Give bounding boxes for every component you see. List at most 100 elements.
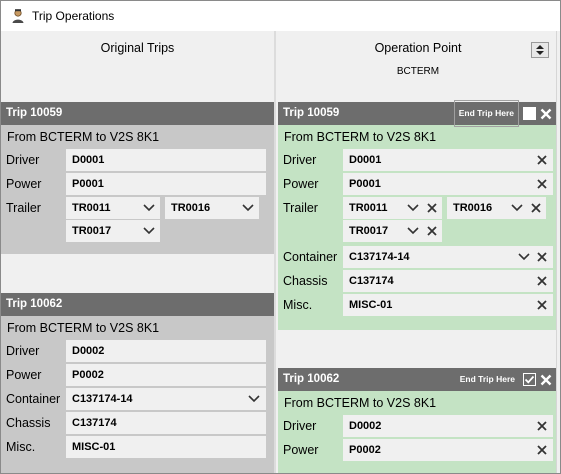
driver-label: Driver [283, 153, 317, 167]
misc-label: Misc. [283, 298, 313, 312]
power-field[interactable]: P0002 [66, 364, 266, 386]
close-icon[interactable] [540, 374, 552, 386]
power-field[interactable]: P0002 [343, 439, 553, 461]
misc-field[interactable]: MISC-01 [343, 294, 553, 316]
remove-icon[interactable] [535, 443, 549, 457]
container-select[interactable]: C137174-14 [343, 246, 553, 268]
chassis-label: Chassis [283, 274, 328, 288]
power-value: P0002 [349, 444, 381, 456]
misc-field[interactable]: MISC-01 [66, 436, 266, 458]
trip-body: From BCTERM to V2S 8K1 Driver D0002 Powe… [1, 316, 274, 473]
end-trip-checkbox[interactable] [523, 107, 536, 120]
driver-field[interactable]: D0001 [343, 149, 553, 171]
sort-button[interactable] [531, 42, 549, 58]
title-bar: Trip Operations [1, 1, 560, 30]
operation-point-pane: Operation Point BCTERM Trip 10059 End Tr… [276, 31, 560, 473]
remove-icon[interactable] [535, 250, 549, 264]
chassis-field[interactable]: C137174 [343, 270, 553, 292]
operation-point-code: BCTERM [396, 66, 440, 77]
trailer-select[interactable]: TR0017 [343, 220, 442, 242]
misc-label: Misc. [6, 440, 36, 454]
trip-route: From BCTERM to V2S 8K1 [7, 130, 160, 144]
chevron-down-icon[interactable] [247, 388, 261, 410]
trip-body: From BCTERM to V2S 8K1 Driver D0001 Powe… [1, 125, 274, 254]
trailer-select[interactable]: TR0011 [66, 197, 160, 219]
original-trip-10059: Trip 10059 From BCTERM to V2S 8K1 Driver… [1, 102, 274, 254]
driver-row: Driver D0001 [278, 149, 556, 171]
power-row: Power P0002 [278, 439, 556, 461]
trailer-value: TR0017 [349, 225, 389, 237]
trip-body: From BCTERM to V2S 8K1 Driver D0001 Powe… [278, 125, 556, 330]
operation-point-title: Operation Point [374, 41, 462, 55]
container-value: C137174-14 [72, 393, 133, 405]
sort-arrows-icon [536, 45, 544, 55]
chassis-field[interactable]: C137174 [66, 412, 266, 434]
trip-header: Trip 10062 End Trip Here [278, 368, 556, 391]
remove-icon[interactable] [425, 201, 439, 215]
chevron-down-icon[interactable] [142, 220, 156, 242]
original-trips-header: Original Trips [1, 31, 274, 97]
container-value: C137174-14 [349, 251, 410, 263]
power-field[interactable]: P0001 [343, 173, 553, 195]
driver-label: Driver [6, 153, 40, 167]
driver-value: D0001 [349, 154, 382, 166]
remove-icon[interactable] [529, 201, 543, 215]
remove-icon[interactable] [535, 274, 549, 288]
trip-route: From BCTERM to V2S 8K1 [284, 130, 437, 144]
operation-trip-10062: Trip 10062 End Trip Here From BCTERM to … [278, 368, 556, 473]
power-label: Power [6, 177, 42, 191]
driver-field[interactable]: D0001 [66, 149, 266, 171]
trailer-select[interactable]: TR0011 [343, 197, 442, 219]
chevron-down-icon[interactable] [142, 197, 156, 219]
trailer-select[interactable]: TR0017 [66, 220, 160, 242]
power-label: Power [283, 177, 319, 191]
trailer-row: Trailer TR0011 TR0016 TR0017 [278, 197, 556, 244]
trailer-select[interactable]: TR0016 [447, 197, 546, 219]
trailer-row: Trailer TR0011 TR0016 TR0017 [1, 197, 274, 244]
misc-row: Misc. MISC-01 [278, 294, 556, 316]
power-label: Power [6, 368, 42, 382]
driver-label: Driver [6, 344, 40, 358]
original-trips-title: Original Trips [100, 41, 175, 55]
trailer-value: TR0016 [453, 202, 493, 214]
trip-title: Trip 10062 [283, 373, 340, 385]
chevron-down-icon[interactable] [510, 197, 524, 219]
driver-row: Driver D0002 [1, 340, 274, 362]
trip-header: Trip 10059 End Trip Here [278, 100, 556, 127]
trailer-value: TR0016 [171, 202, 211, 214]
driver-label: Driver [283, 419, 317, 433]
remove-icon[interactable] [425, 224, 439, 238]
container-select[interactable]: C137174-14 [66, 388, 266, 410]
checkmark-icon [524, 375, 535, 384]
window-title: Trip Operations [32, 8, 115, 23]
driver-field[interactable]: D0002 [343, 415, 553, 437]
driver-field[interactable]: D0002 [66, 340, 266, 362]
power-row: Power P0002 [1, 364, 274, 386]
chevron-down-icon[interactable] [241, 197, 255, 219]
misc-row: Misc. MISC-01 [1, 436, 274, 458]
end-trip-checkbox[interactable] [523, 373, 536, 386]
end-trip-label: End Trip Here [453, 100, 519, 127]
end-trip-control: End Trip Here [453, 100, 552, 127]
power-value: P0001 [349, 178, 381, 190]
remove-icon[interactable] [535, 419, 549, 433]
trip-header: Trip 10059 [1, 102, 274, 125]
trip-header: Trip 10062 [1, 293, 274, 316]
chevron-down-icon[interactable] [406, 197, 420, 219]
vertical-scrollbar[interactable] [556, 31, 560, 473]
remove-icon[interactable] [535, 153, 549, 167]
chevron-down-icon[interactable] [517, 246, 531, 268]
operation-trip-10059: Trip 10059 End Trip Here From BCTERM to … [278, 100, 556, 330]
end-trip-control: End Trip Here [456, 368, 552, 391]
driver-value: D0002 [349, 420, 382, 432]
remove-icon[interactable] [535, 177, 549, 191]
chevron-down-icon[interactable] [406, 220, 420, 242]
power-row: Power P0001 [1, 173, 274, 195]
trailer-select[interactable]: TR0016 [165, 197, 259, 219]
power-field[interactable]: P0001 [66, 173, 266, 195]
person-trip-icon [12, 8, 24, 23]
chassis-row: Chassis C137174 [1, 412, 274, 434]
driver-row: Driver D0002 [278, 415, 556, 437]
remove-icon[interactable] [535, 298, 549, 312]
close-icon[interactable] [540, 108, 552, 120]
